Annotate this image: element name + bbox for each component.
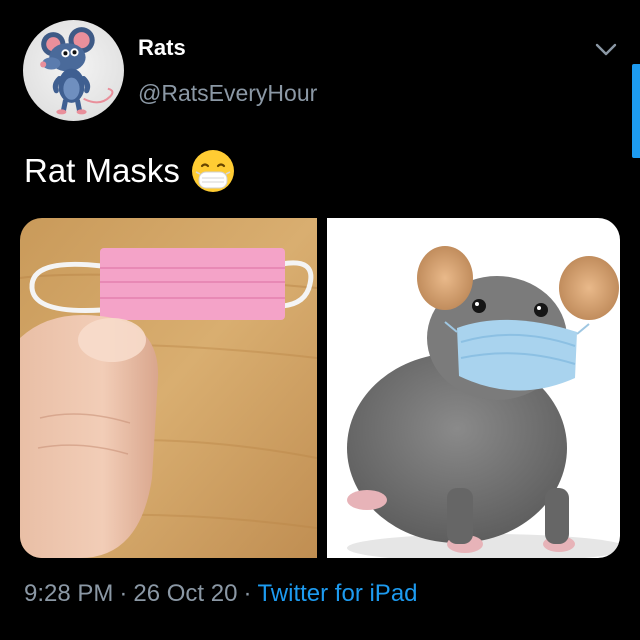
tweet-text-label: Rat Masks bbox=[24, 152, 180, 189]
photo-tiny-pink-mask[interactable] bbox=[20, 218, 317, 558]
meta-separator: · bbox=[243, 580, 252, 607]
tweet-meta: 9:28 PM · 26 Oct 20 · Twitter for iPad bbox=[24, 580, 418, 608]
avatar[interactable] bbox=[23, 20, 124, 121]
meta-separator: · bbox=[119, 580, 128, 607]
face-with-medical-mask-emoji-icon bbox=[190, 148, 236, 194]
tweet-time[interactable]: 9:28 PM bbox=[24, 580, 113, 607]
media-grid bbox=[20, 218, 620, 558]
tweet: Rats @RatsEveryHour Rat Masks 9:28 PM · … bbox=[0, 0, 640, 640]
cartoon-rat-avatar-icon bbox=[40, 27, 114, 115]
more-options-chevron-down-icon[interactable] bbox=[593, 38, 619, 60]
photo-rat-with-mask[interactable] bbox=[327, 218, 620, 558]
tweet-text: Rat Masks bbox=[24, 148, 236, 194]
tweet-date[interactable]: 26 Oct 20 bbox=[133, 580, 237, 607]
user-handle[interactable]: @RatsEveryHour bbox=[138, 80, 317, 107]
scroll-indicator bbox=[632, 64, 640, 158]
display-name[interactable]: Rats bbox=[138, 35, 186, 61]
tweet-source-link[interactable]: Twitter for iPad bbox=[257, 580, 417, 607]
